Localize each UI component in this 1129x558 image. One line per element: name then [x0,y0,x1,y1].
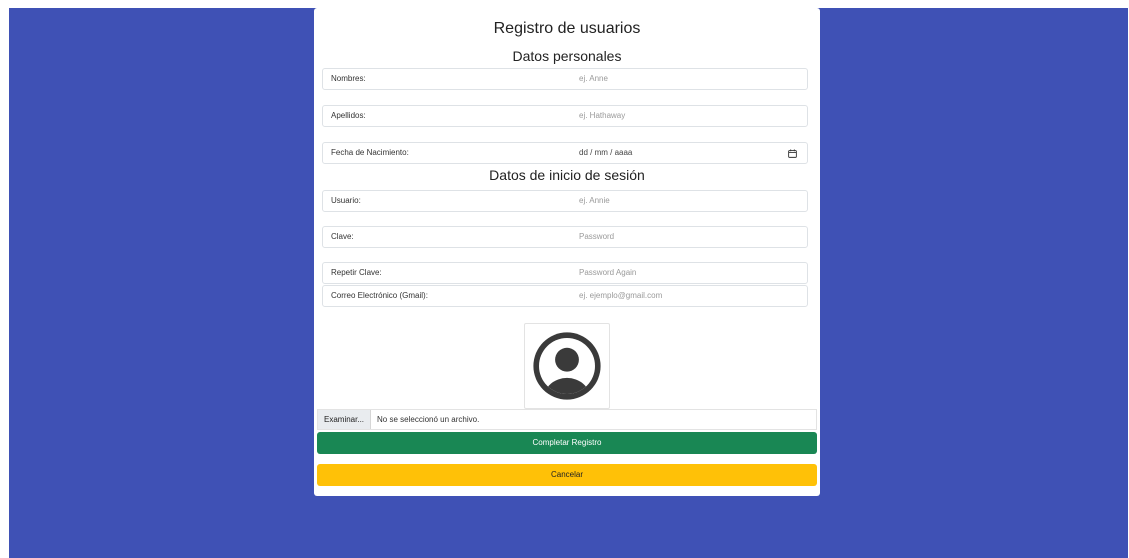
registration-card: Registro de usuarios Datos personales No… [314,8,820,496]
usuario-label: Usuario: [331,196,361,205]
user-avatar-icon [533,332,601,400]
fecha-input[interactable]: dd / mm / aaaa [573,143,785,163]
apellidos-label: Apellidos: [331,111,366,120]
browse-button[interactable]: Examinar... [318,410,372,429]
calendar-icon[interactable] [785,143,799,163]
avatar [524,323,610,409]
apellidos-row: Apellidos: [322,105,808,127]
fecha-row: Fecha de Nacimiento: dd / mm / aaaa [322,142,808,164]
clave-row: Clave: [322,226,808,248]
repetir-clave-label: Repetir Clave: [331,268,382,277]
usuario-input[interactable] [573,191,807,211]
correo-input[interactable] [573,286,807,306]
clave-label: Clave: [331,232,354,241]
correo-row: Correo Electrónico (Gmail): [322,285,808,307]
nombres-row: Nombres: [322,68,808,90]
correo-label: Correo Electrónico (Gmail): [331,291,428,300]
nombres-input[interactable] [573,69,807,89]
complete-registration-button[interactable]: Completar Registro [317,432,817,454]
apellidos-input[interactable] [573,106,807,126]
repetir-clave-row: Repetir Clave: [322,262,808,284]
clave-input[interactable] [573,227,807,247]
section-title-login: Datos de inicio de sesión [489,167,645,183]
fecha-label: Fecha de Nacimiento: [331,148,409,157]
cancel-button[interactable]: Cancelar [317,464,817,486]
section-title-personal: Datos personales [512,48,622,64]
file-status: No se seleccionó un archivo. [377,415,480,424]
repetir-clave-input[interactable] [573,263,807,283]
file-input: Examinar... No se seleccionó un archivo. [317,409,817,430]
usuario-row: Usuario: [322,190,808,212]
page-title: Registro de usuarios [493,20,641,37]
nombres-label: Nombres: [331,74,366,83]
